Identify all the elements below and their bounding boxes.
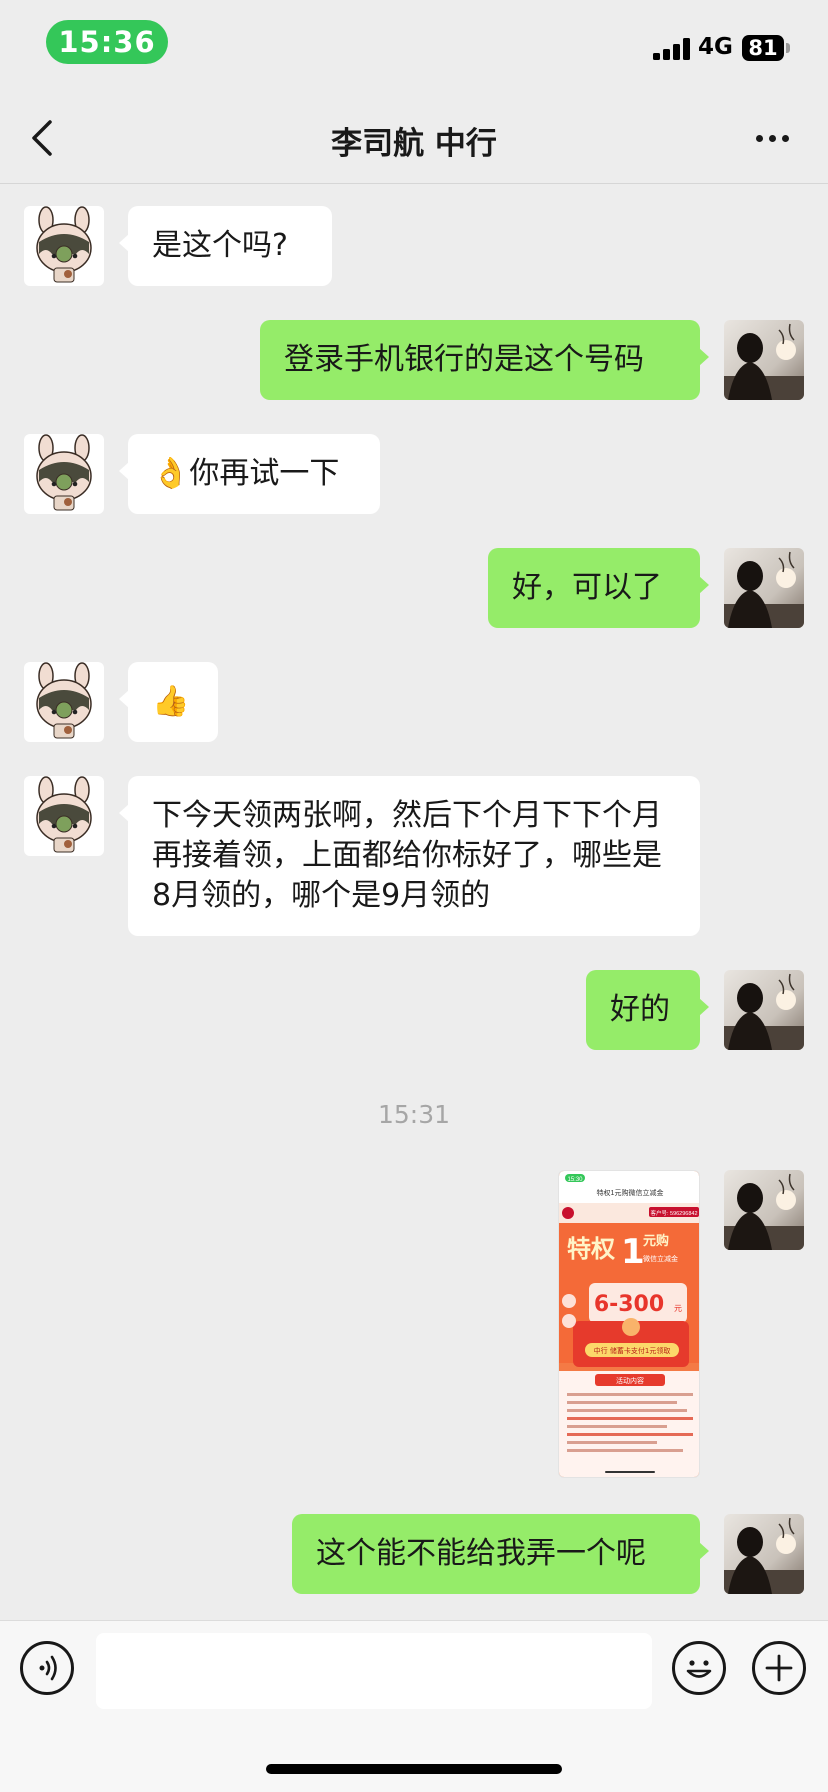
thumbs-up-emoji: 👍: [152, 684, 190, 719]
status-bar: 15:36 4G 81: [0, 0, 828, 92]
my-avatar[interactable]: [724, 970, 804, 1050]
message-text: 你再试一下: [189, 456, 340, 491]
message-text: 下今天领两张啊，然后下个月下下个月再接着领，上面都给你标好了，哪些是8月领的，哪…: [152, 798, 662, 913]
voice-input-icon[interactable]: [20, 1641, 74, 1695]
message-text: 这个能不能给我弄一个呢: [316, 1536, 646, 1571]
outgoing-message[interactable]: 好的: [586, 970, 709, 1050]
ok-hand-emoji: 👌: [152, 456, 190, 491]
incoming-message[interactable]: 是这个吗?: [119, 206, 332, 286]
outgoing-message[interactable]: 好，可以了: [488, 548, 709, 628]
my-avatar[interactable]: [724, 320, 804, 400]
my-avatar[interactable]: [724, 1170, 804, 1250]
thumb-banner-suffix: 元购: [643, 1233, 669, 1249]
message-text: 登录手机银行的是这个号码: [284, 342, 644, 377]
thumb-amount: 6-300: [594, 1292, 664, 1317]
time-divider: 15:31: [377, 1100, 451, 1129]
message-input[interactable]: [96, 1633, 652, 1709]
message-text: 是这个吗?: [152, 228, 288, 263]
battery-tip: [786, 43, 790, 53]
my-avatar[interactable]: [724, 1514, 804, 1594]
more-icon[interactable]: [752, 122, 794, 152]
incoming-message[interactable]: 👌你再试一下: [119, 434, 380, 514]
status-time[interactable]: 15:36: [46, 20, 168, 64]
contact-avatar[interactable]: [24, 776, 104, 856]
more-functions-icon[interactable]: [752, 1641, 806, 1695]
incoming-message[interactable]: 👍: [119, 662, 218, 742]
thumb-page-title: 特权1元购微信立减金: [597, 1188, 664, 1197]
chat-header: 李司航 中行: [0, 92, 828, 184]
contact-avatar[interactable]: [24, 434, 104, 514]
home-indicator[interactable]: [266, 1764, 562, 1774]
incoming-message[interactable]: 下今天领两张啊，然后下个月下下个月再接着领，上面都给你标好了，哪些是8月领的，哪…: [119, 776, 700, 936]
my-avatar[interactable]: [724, 548, 804, 628]
thumb-banner-sub: 微信立减金: [643, 1254, 678, 1263]
emoji-icon[interactable]: [672, 1641, 726, 1695]
thumb-banner-text: 特权: [567, 1235, 615, 1263]
message-text: 好，可以了: [512, 570, 662, 605]
chat-title: 李司航 中行: [331, 126, 497, 162]
image-message[interactable]: 15:30 特权1元购微信立减金 客户号: 596296842 特权 1 元购 …: [558, 1170, 700, 1478]
thumb-cta: 中行 储蓄卡支付1元领取: [594, 1346, 671, 1355]
network-type: 4G: [698, 34, 733, 60]
thumb-rules-title: 活动内容: [616, 1376, 644, 1385]
battery-icon: 81: [742, 35, 784, 61]
thumb-status-time: 15:30: [567, 1177, 583, 1183]
promo-screenshot-thumbnail: 15:30 特权1元购微信立减金 客户号: 596296842 特权 1 元购 …: [559, 1171, 699, 1477]
contact-avatar[interactable]: [24, 662, 104, 742]
outgoing-message[interactable]: 登录手机银行的是这个号码: [260, 320, 709, 400]
contact-avatar[interactable]: [24, 206, 104, 286]
thumb-account: 客户号: 596296842: [650, 1209, 697, 1217]
thumb-banner-number: 1: [621, 1232, 645, 1272]
thumb-amount-unit: 元: [674, 1304, 682, 1313]
signal-icon: [653, 38, 691, 60]
message-text: 好的: [610, 992, 670, 1027]
outgoing-message[interactable]: 这个能不能给我弄一个呢: [292, 1514, 709, 1594]
